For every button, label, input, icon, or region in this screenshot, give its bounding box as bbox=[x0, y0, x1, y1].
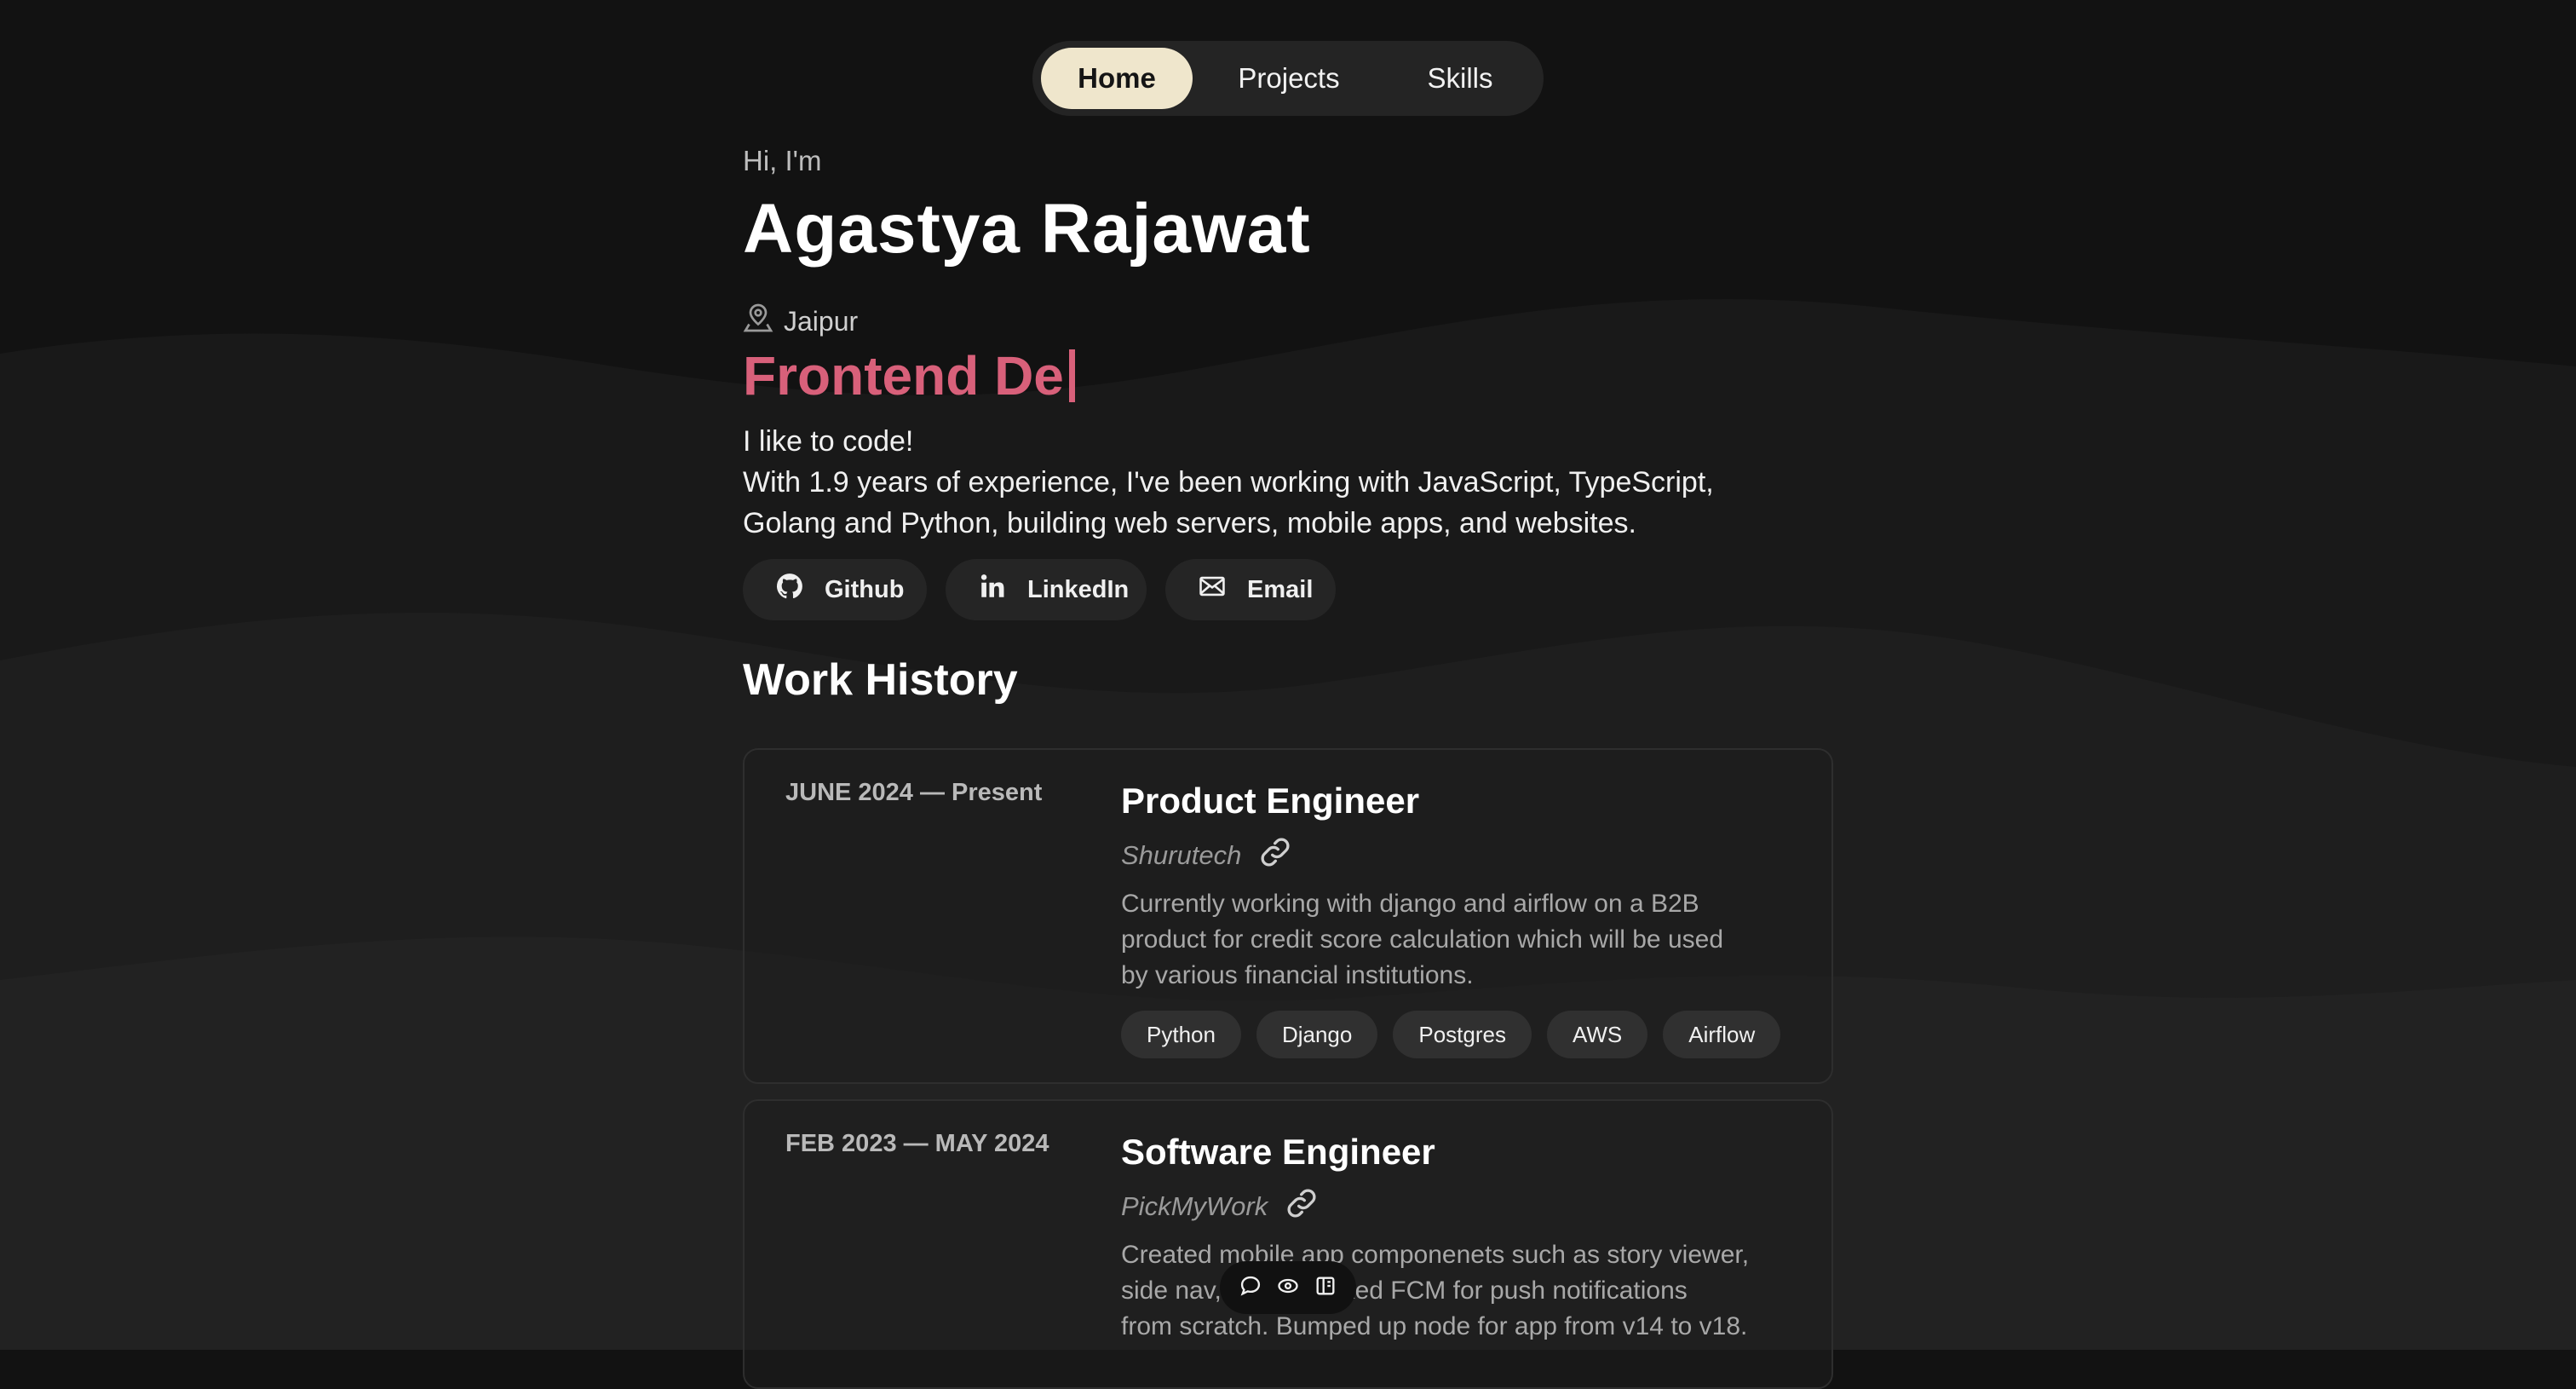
company-name: PickMyWork bbox=[1121, 1191, 1268, 1221]
bio-line: With 1.9 years of experience, I've been … bbox=[743, 466, 1714, 499]
main-nav: Home Projects Skills bbox=[1032, 41, 1544, 116]
tech-tag: Django bbox=[1256, 1011, 1378, 1058]
github-icon bbox=[775, 572, 804, 608]
job-description: Currently working with django and airflo… bbox=[1121, 886, 1803, 994]
linkedin-button[interactable]: LinkedIn bbox=[946, 559, 1147, 620]
link-icon[interactable] bbox=[1285, 1186, 1319, 1227]
hero-name: Agastya Rajawat bbox=[743, 190, 1311, 268]
work-history-title: Work History bbox=[743, 655, 1018, 705]
nav-skills[interactable]: Skills bbox=[1385, 48, 1535, 109]
bio-line: I like to code! bbox=[743, 425, 914, 458]
floating-toolbar bbox=[1220, 1261, 1356, 1314]
social-links: Github LinkedIn Email bbox=[743, 559, 1336, 620]
job-card: JUNE 2024 — Present Product Engineer Shu… bbox=[743, 748, 1833, 1084]
tech-tag: Postgres bbox=[1393, 1011, 1532, 1058]
desc-line: Created mobile app componenets such as s… bbox=[1121, 1241, 1750, 1269]
typing-caret bbox=[1068, 349, 1075, 402]
desc-line: by various financial institutions. bbox=[1121, 961, 1474, 989]
nav-projects[interactable]: Projects bbox=[1193, 48, 1385, 109]
bio-line: Golang and Python, building web servers,… bbox=[743, 507, 1636, 539]
tech-tags: Python Django Postgres AWS Airflow bbox=[1121, 1011, 1781, 1058]
job-date: JUNE 2024 — Present bbox=[785, 779, 1043, 806]
desc-line: from scratch. Bumped up node for app fro… bbox=[1121, 1312, 1748, 1340]
typed-role-text: Frontend De bbox=[743, 345, 1064, 406]
panel-icon[interactable] bbox=[1314, 1274, 1337, 1302]
linkedin-icon bbox=[978, 572, 1007, 608]
typed-role: Frontend De bbox=[743, 344, 1075, 407]
job-title: Software Engineer bbox=[1121, 1132, 1435, 1172]
email-button[interactable]: Email bbox=[1165, 559, 1336, 620]
comment-icon[interactable] bbox=[1239, 1274, 1262, 1302]
map-pin-icon bbox=[743, 303, 773, 340]
desc-line: Currently working with django and airflo… bbox=[1121, 890, 1699, 918]
tech-tag: AWS bbox=[1546, 1011, 1648, 1058]
github-button[interactable]: Github bbox=[743, 559, 927, 620]
company-name: Shurutech bbox=[1121, 840, 1242, 870]
job-title: Product Engineer bbox=[1121, 781, 1420, 821]
desc-line: product for credit score calculation whi… bbox=[1121, 925, 1724, 954]
location: Jaipur bbox=[743, 303, 858, 340]
tech-tag: Airflow bbox=[1663, 1011, 1781, 1058]
github-label: Github bbox=[825, 575, 905, 603]
link-icon[interactable] bbox=[1258, 835, 1292, 876]
tech-tag: Python bbox=[1121, 1011, 1241, 1058]
job-company: PickMyWork bbox=[1121, 1186, 1319, 1227]
job-card: FEB 2023 — MAY 2024 Software Engineer Pi… bbox=[743, 1099, 1833, 1389]
nav-home[interactable]: Home bbox=[1041, 48, 1193, 109]
eye-icon[interactable] bbox=[1276, 1274, 1300, 1302]
email-label: Email bbox=[1247, 575, 1314, 603]
job-date: FEB 2023 — MAY 2024 bbox=[785, 1130, 1049, 1157]
bio: I like to code! With 1.9 years of experi… bbox=[743, 421, 1799, 544]
linkedin-label: LinkedIn bbox=[1027, 575, 1130, 603]
greeting: Hi, I'm bbox=[743, 145, 822, 176]
location-text: Jaipur bbox=[784, 305, 859, 337]
job-company: Shurutech bbox=[1121, 835, 1292, 876]
mail-icon bbox=[1198, 572, 1227, 608]
